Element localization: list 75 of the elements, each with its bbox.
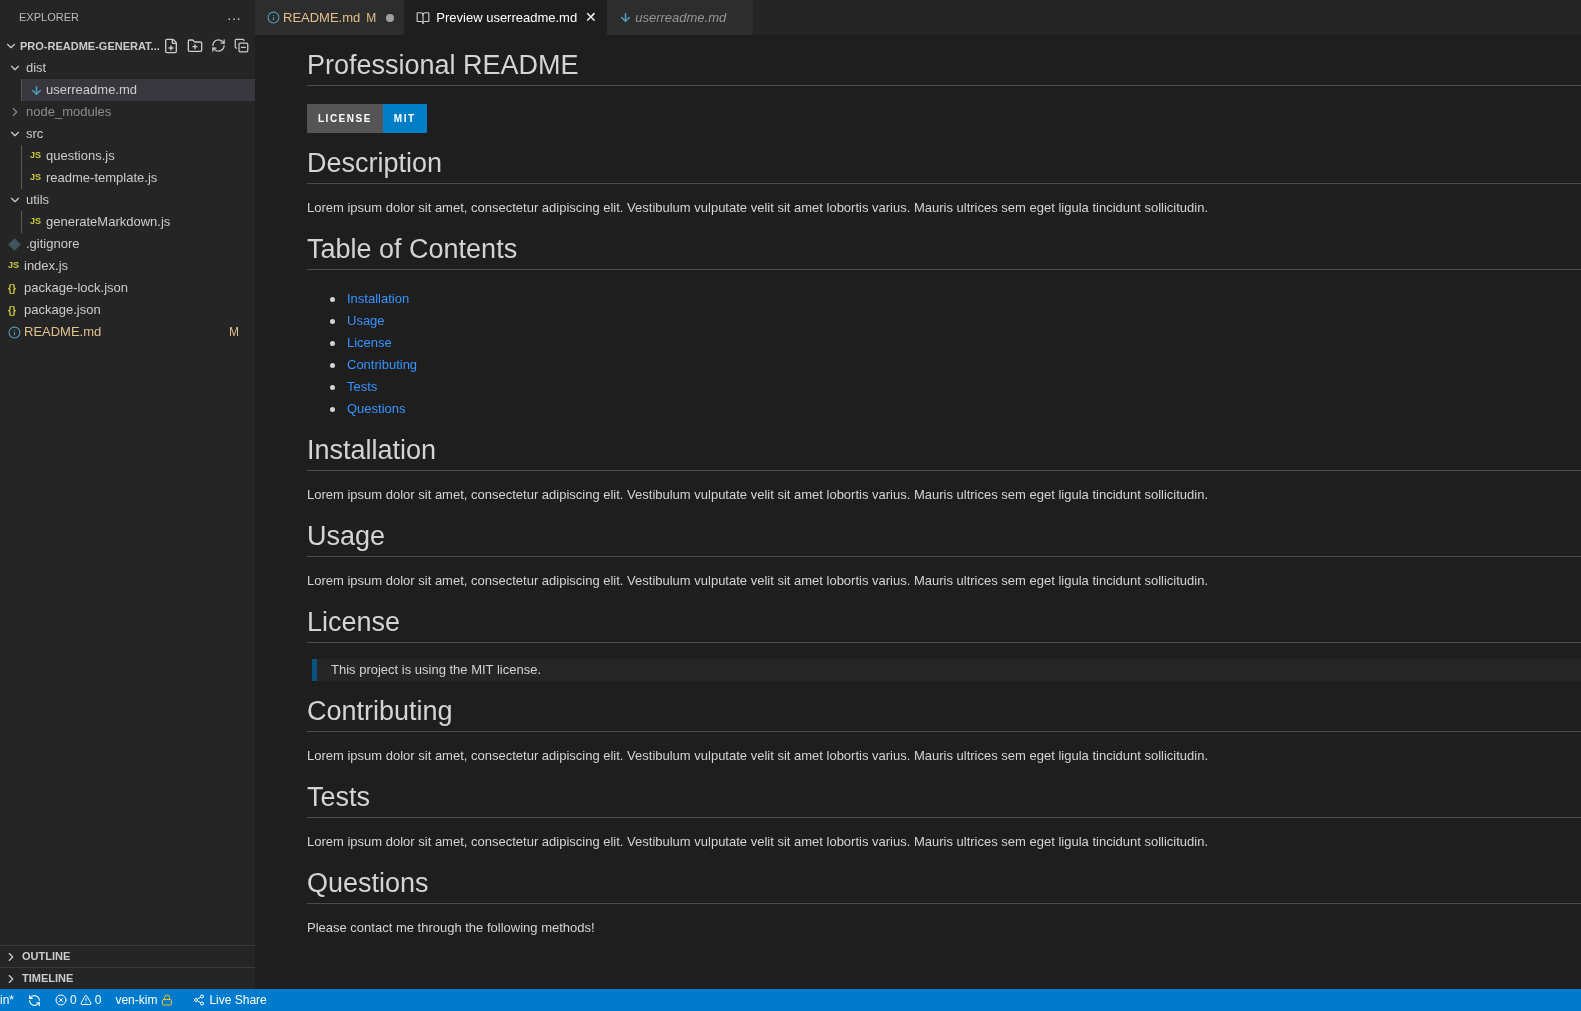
info-icon: [267, 11, 280, 24]
branch-label[interactable]: in*: [0, 991, 14, 1009]
section-heading: License: [307, 606, 1581, 643]
refresh-icon[interactable]: [211, 38, 226, 53]
bullet-icon: [330, 384, 335, 390]
tree-item[interactable]: {} package.json: [0, 299, 255, 321]
tree-item[interactable]: JS questions.js: [22, 145, 255, 167]
bullet-icon: [330, 296, 335, 302]
download-arrow-icon: [619, 11, 633, 24]
js-file-icon: JS: [30, 171, 46, 185]
blockquote: This project is using the MIT license.: [312, 659, 1581, 681]
modified-label: M: [229, 324, 239, 341]
more-actions-button[interactable]: ···: [227, 10, 241, 25]
toc-link[interactable]: Questions: [347, 399, 406, 419]
tree-item[interactable]: JS index.js: [0, 255, 255, 277]
tree-item[interactable]: dist: [0, 57, 255, 79]
error-icon: [55, 994, 67, 1006]
json-file-icon: {}: [8, 280, 24, 296]
tree-item[interactable]: JS generateMarkdown.js: [22, 211, 255, 233]
paragraph: Lorem ipsum dolor sit amet, consectetur adipiscing elit. Vestibulum vulputate velit sit amet lobortis varius. Mauris ultrices sem eget ligula tincidunt sollicitudin.: [307, 200, 1209, 216]
bullet-icon: [330, 406, 335, 412]
toc-link[interactable]: Usage: [347, 311, 385, 331]
json-file-icon: {}: [8, 302, 24, 318]
js-file-icon: JS: [8, 259, 24, 273]
tree-item[interactable]: node_modules: [0, 101, 255, 123]
sync-icon[interactable]: [28, 993, 41, 1007]
info-icon: [8, 325, 21, 339]
lock-icon: [161, 994, 174, 1006]
share-icon: [193, 994, 206, 1006]
tree-item[interactable]: userreadme.md: [22, 79, 255, 101]
collapse-all-icon[interactable]: [234, 38, 249, 53]
section-heading: Questions: [307, 867, 1581, 904]
tree-item[interactable]: src: [0, 123, 255, 145]
toc-link[interactable]: Installation: [347, 289, 410, 309]
editor-tab[interactable]: Preview userreadme.md ✕: [404, 0, 608, 35]
warning-icon: [79, 994, 92, 1006]
preview-icon: [416, 10, 431, 25]
tree-item[interactable]: JS readme-template.js: [22, 167, 255, 189]
paragraph: Lorem ipsum dolor sit amet, consectetur adipiscing elit. Vestibulum vulputate velit sit amet lobortis varius. Mauris ultrices sem eget ligula tincidunt sollicitudin.: [307, 573, 1209, 589]
modified-label: M: [366, 9, 377, 27]
toc-link[interactable]: License: [347, 333, 392, 353]
tree-item[interactable]: utils: [0, 189, 255, 211]
js-file-icon: JS: [30, 149, 46, 163]
section-heading: Tests: [307, 781, 1581, 818]
section-heading: Installation: [307, 434, 1581, 471]
download-arrow-icon: [30, 83, 43, 97]
sidebar-title: EXPLORER: [19, 10, 79, 26]
paragraph: Lorem ipsum dolor sit amet, consectetur adipiscing elit. Vestibulum vulputate velit sit amet lobortis varius. Mauris ultrices sem eget ligula tincidunt sollicitudin.: [307, 487, 1209, 503]
new-folder-icon[interactable]: [187, 38, 203, 54]
account-button[interactable]: ven-kim: [115, 991, 174, 1009]
js-file-icon: JS: [30, 215, 46, 229]
tree-item[interactable]: {} package-lock.json: [0, 277, 255, 299]
tree-item[interactable]: .gitignore: [0, 233, 255, 255]
problems-button[interactable]: 0 0: [55, 991, 102, 1009]
document-title: Professional README: [307, 49, 1581, 86]
toc-link[interactable]: Tests: [347, 377, 378, 397]
section-heading: Table of Contents: [307, 233, 1581, 270]
close-tab-button[interactable]: ✕: [585, 7, 598, 28]
section-heading: Contributing: [307, 695, 1581, 732]
paragraph: Please contact me through the following methods!: [307, 920, 596, 936]
toc-link[interactable]: Contributing: [347, 355, 418, 375]
tree-item[interactable]: README.md M: [0, 321, 255, 343]
editor-tab[interactable]: README.md M: [255, 0, 405, 35]
editor-tab[interactable]: userreadme.md: [607, 0, 754, 35]
bullet-icon: [330, 362, 335, 368]
section-heading: Description: [307, 147, 1581, 184]
bullet-icon: [330, 318, 335, 324]
bullet-icon: [330, 340, 335, 346]
root-folder-header[interactable]: PRO-README-GENERAT...: [0, 35, 255, 57]
panel-header[interactable]: OUTLINE: [0, 945, 255, 967]
section-heading: Usage: [307, 520, 1581, 557]
live-share-button[interactable]: Live Share: [193, 991, 267, 1009]
paragraph: Lorem ipsum dolor sit amet, consectetur adipiscing elit. Vestibulum vulputate velit sit amet lobortis varius. Mauris ultrices sem eget ligula tincidunt sollicitudin.: [307, 748, 1209, 764]
paragraph: Lorem ipsum dolor sit amet, consectetur adipiscing elit. Vestibulum vulputate velit sit amet lobortis varius. Mauris ultrices sem eget ligula tincidunt sollicitudin.: [307, 834, 1209, 850]
new-file-icon[interactable]: [163, 38, 179, 54]
